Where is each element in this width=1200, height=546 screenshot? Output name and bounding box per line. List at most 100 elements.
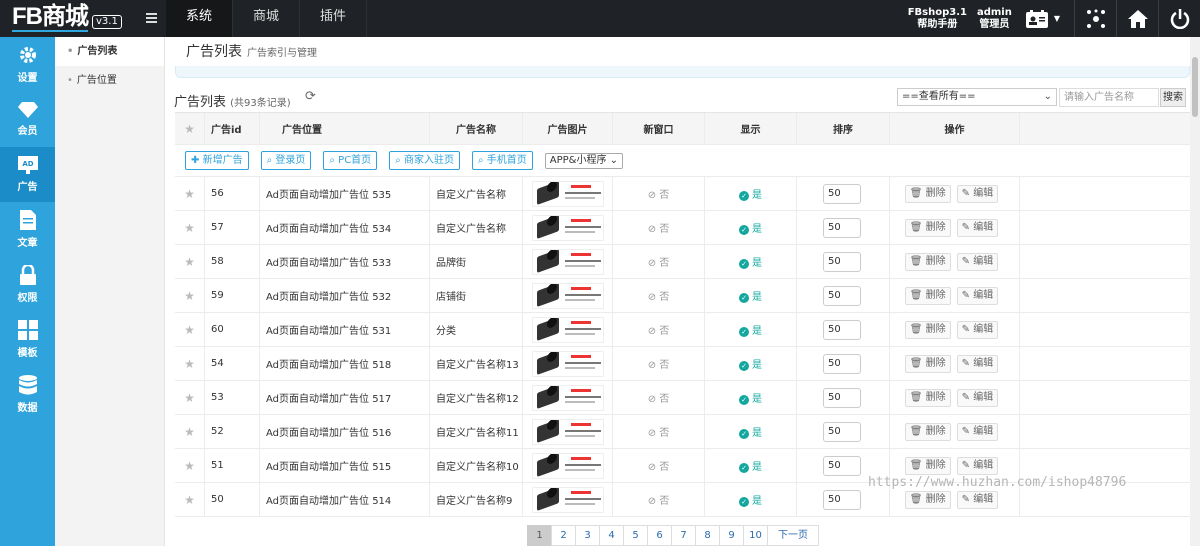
ad-thumbnail[interactable] <box>531 452 604 479</box>
scrollbar-thumb[interactable] <box>1192 57 1198 117</box>
search-button[interactable]: 搜索 <box>1160 88 1186 107</box>
ad-thumbnail[interactable] <box>531 214 604 241</box>
sidebar-item-data[interactable]: 数据 <box>0 367 55 422</box>
ad-thumbnail[interactable] <box>531 180 604 207</box>
page-button[interactable]: 10 <box>743 525 768 546</box>
filter-mobile-home-button[interactable]: ⌕ 手机首页 <box>471 151 533 170</box>
cell-show[interactable]: ✓ 是 <box>705 313 797 346</box>
delete-button[interactable]: 🗑 删除 <box>904 252 951 271</box>
page-button[interactable]: 4 <box>599 525 624 546</box>
nav-system[interactable]: 系统 <box>166 0 234 37</box>
add-ad-button[interactable]: ✚ 新增广告 <box>185 151 249 170</box>
star-icon[interactable]: ★ <box>175 381 205 414</box>
sort-input[interactable]: 50 <box>823 353 861 374</box>
edit-button[interactable]: ✎ 编辑 <box>956 252 999 271</box>
edit-button[interactable]: ✎ 编辑 <box>956 184 999 203</box>
delete-button[interactable]: 🗑 删除 <box>904 184 951 203</box>
page-button[interactable]: 5 <box>623 525 648 546</box>
ad-thumbnail[interactable] <box>531 418 604 445</box>
sidebar-item-articles[interactable]: 文章 <box>0 202 55 257</box>
cell-show[interactable]: ✓ 是 <box>705 211 797 244</box>
star-icon[interactable]: ★ <box>175 483 205 516</box>
delete-button[interactable]: 🗑 删除 <box>904 218 951 237</box>
cell-show[interactable]: ✓ 是 <box>705 245 797 278</box>
cell-show[interactable]: ✓ 是 <box>705 415 797 448</box>
shop-version-link[interactable]: FBshop3.1 帮助手册 <box>908 7 967 31</box>
ad-thumbnail[interactable] <box>531 486 604 513</box>
sidebar-item-templates[interactable]: 模板 <box>0 312 55 367</box>
star-icon[interactable]: ★ <box>175 279 205 312</box>
star-icon[interactable]: ★ <box>175 211 205 244</box>
ad-thumbnail[interactable] <box>531 248 604 275</box>
ad-thumbnail[interactable] <box>531 282 604 309</box>
sort-input[interactable]: 50 <box>823 251 861 272</box>
star-icon[interactable]: ★ <box>175 449 205 482</box>
cell-show[interactable]: ✓ 是 <box>705 449 797 482</box>
cell-show[interactable]: ✓ 是 <box>705 483 797 516</box>
filter-login-button[interactable]: ⌕ 登录页 <box>260 151 312 170</box>
scrollbar[interactable] <box>1190 37 1200 546</box>
submenu-item-ad-list[interactable]: • 广告列表 <box>55 37 164 66</box>
edit-button[interactable]: ✎ 编辑 <box>956 456 999 475</box>
cell-new-window[interactable]: ⊘ 否 <box>613 313 705 346</box>
page-button[interactable]: 7 <box>671 525 696 546</box>
menu-toggle-icon[interactable] <box>146 13 157 23</box>
delete-button[interactable]: 🗑 删除 <box>904 490 951 509</box>
sort-input[interactable]: 50 <box>823 421 861 442</box>
nav-mall[interactable]: 商城 <box>233 0 301 37</box>
edit-button[interactable]: ✎ 编辑 <box>956 320 999 339</box>
filter-select[interactable]: ==查看所有== ⌄ <box>897 88 1057 106</box>
edit-button[interactable]: ✎ 编辑 <box>956 490 999 509</box>
sidebar-item-permissions[interactable]: 权限 <box>0 257 55 312</box>
star-icon[interactable]: ★ <box>175 347 205 380</box>
sort-input[interactable]: 50 <box>823 319 861 340</box>
cell-new-window[interactable]: ⊘ 否 <box>613 449 705 482</box>
delete-button[interactable]: 🗑 删除 <box>904 388 951 407</box>
sidebar-item-settings[interactable]: 设置 <box>0 37 55 92</box>
star-icon[interactable]: ★ <box>175 313 205 346</box>
edit-button[interactable]: ✎ 编辑 <box>956 286 999 305</box>
cell-show[interactable]: ✓ 是 <box>705 347 797 380</box>
page-button[interactable]: 2 <box>551 525 576 546</box>
home-icon[interactable] <box>1116 0 1158 37</box>
delete-button[interactable]: 🗑 删除 <box>904 320 951 339</box>
nav-plugins[interactable]: 插件 <box>300 0 368 37</box>
sort-input[interactable]: 50 <box>823 489 861 510</box>
cell-new-window[interactable]: ⊘ 否 <box>613 211 705 244</box>
ad-thumbnail[interactable] <box>531 384 604 411</box>
sidebar-item-ads[interactable]: AD 广告 <box>0 147 55 202</box>
delete-button[interactable]: 🗑 删除 <box>904 456 951 475</box>
delete-button[interactable]: 🗑 删除 <box>904 286 951 305</box>
sort-input[interactable]: 50 <box>823 455 861 476</box>
sort-input[interactable]: 50 <box>823 217 861 238</box>
cell-new-window[interactable]: ⊘ 否 <box>613 347 705 380</box>
sort-input[interactable]: 50 <box>823 183 861 204</box>
cell-new-window[interactable]: ⊘ 否 <box>613 279 705 312</box>
cell-new-window[interactable]: ⊘ 否 <box>613 483 705 516</box>
user-info[interactable]: admin 管理员 <box>977 7 1012 31</box>
page-button[interactable]: 1 <box>527 525 552 546</box>
cell-new-window[interactable]: ⊘ 否 <box>613 177 705 210</box>
edit-button[interactable]: ✎ 编辑 <box>956 218 999 237</box>
cell-new-window[interactable]: ⊘ 否 <box>613 415 705 448</box>
cell-new-window[interactable]: ⊘ 否 <box>613 245 705 278</box>
star-icon[interactable]: ★ <box>175 415 205 448</box>
star-icon[interactable]: ★ <box>175 245 205 278</box>
sidebar-item-members[interactable]: 会员 <box>0 92 55 147</box>
user-card-icon[interactable]: ▼ <box>1025 9 1060 28</box>
ad-thumbnail[interactable] <box>531 316 604 343</box>
edit-button[interactable]: ✎ 编辑 <box>956 354 999 373</box>
cell-show[interactable]: ✓ 是 <box>705 177 797 210</box>
page-button[interactable]: 9 <box>719 525 744 546</box>
sort-input[interactable]: 50 <box>823 387 861 408</box>
edit-button[interactable]: ✎ 编辑 <box>956 388 999 407</box>
page-button[interactable]: 3 <box>575 525 600 546</box>
submenu-item-ad-position[interactable]: • 广告位置 <box>55 66 164 95</box>
page-button[interactable]: 8 <box>695 525 720 546</box>
power-icon[interactable] <box>1158 0 1200 37</box>
ad-thumbnail[interactable] <box>531 350 604 377</box>
delete-button[interactable]: 🗑 删除 <box>904 422 951 441</box>
page-button[interactable]: 6 <box>647 525 672 546</box>
filter-pc-home-button[interactable]: ⌕ PC首页 <box>323 151 378 170</box>
search-input[interactable]: 请输入广告名称 <box>1059 88 1159 107</box>
